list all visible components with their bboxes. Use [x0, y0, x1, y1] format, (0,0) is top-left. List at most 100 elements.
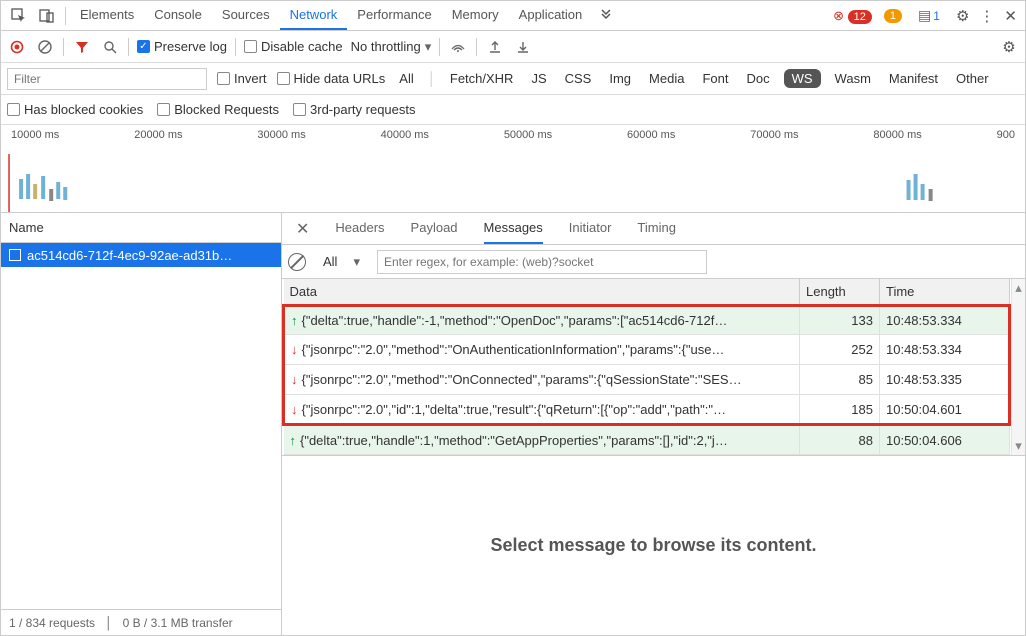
kebab-menu-icon[interactable]: ⋮ [979, 7, 994, 25]
tab-sources[interactable]: Sources [212, 1, 280, 30]
timeline-tick: 30000 ms [257, 129, 305, 141]
filter-input[interactable] [7, 68, 207, 90]
type-filter-css[interactable]: CSS [561, 69, 596, 88]
message-row[interactable]: ↓ {"jsonrpc":"2.0","method":"OnAuthentica… [284, 335, 1010, 365]
throttling-dropdown[interactable]: No throttling▾ [351, 39, 432, 55]
network-settings-gear-icon[interactable]: ⚙ [999, 37, 1019, 57]
divider [235, 38, 236, 56]
divider [65, 7, 66, 25]
arrow-down-icon: ↓ [291, 372, 298, 387]
download-har-icon[interactable] [513, 37, 533, 57]
col-length-header[interactable]: Length [800, 279, 880, 305]
inspect-icon[interactable] [7, 4, 31, 28]
has-blocked-cookies-checkbox[interactable]: Has blocked cookies [7, 102, 143, 117]
warnings-badge[interactable]: 1 [884, 9, 902, 23]
tab-performance[interactable]: Performance [347, 1, 441, 30]
filter-icon[interactable] [72, 37, 92, 57]
type-filter-manifest[interactable]: Manifest [885, 69, 942, 88]
message-row[interactable]: ↓{"jsonrpc":"2.0","id":1,"delta":true,"r… [284, 395, 1010, 425]
col-data-header[interactable]: Data [284, 279, 800, 305]
transfer-size: 0 B / 3.1 MB transfer [123, 616, 233, 630]
type-filter-all[interactable]: All [395, 69, 417, 88]
message-data: {"delta":true,"handle":-1,"method":"Open… [302, 313, 728, 328]
settings-gear-icon[interactable]: ⚙ [956, 7, 969, 25]
type-filter-other[interactable]: Other [952, 69, 993, 88]
message-direction-dropdown[interactable]: All▾ [314, 249, 369, 275]
divider: │ [428, 71, 436, 86]
message-data: {"jsonrpc":"2.0","id":1,"delta":true,"re… [302, 402, 726, 417]
message-length: 85 [800, 365, 880, 395]
type-filter-img[interactable]: Img [605, 69, 635, 88]
preserve-log-checkbox[interactable]: Preserve log [137, 39, 227, 54]
timeline-tick: 80000 ms [873, 129, 921, 141]
message-length: 133 [800, 305, 880, 335]
timeline-tick: 50000 ms [504, 129, 552, 141]
divider [476, 38, 477, 56]
divider [439, 38, 440, 56]
message-data: {"jsonrpc":"2.0","method":"OnAuthenticat… [302, 342, 725, 357]
message-length: 252 [800, 335, 880, 365]
close-detail-icon[interactable]: ✕ [290, 219, 315, 239]
blocked-requests-checkbox[interactable]: Blocked Requests [157, 102, 279, 117]
type-filter-font[interactable]: Font [698, 69, 732, 88]
timeline-tick: 20000 ms [134, 129, 182, 141]
divider: │ [105, 616, 113, 630]
arrow-down-icon: ↓ [291, 342, 298, 357]
disable-cache-checkbox[interactable]: Disable cache [244, 39, 343, 54]
name-column-header[interactable]: Name [1, 213, 281, 243]
upload-har-icon[interactable] [485, 37, 505, 57]
timeline-tick: 40000 ms [381, 129, 429, 141]
arrow-up-icon: ↑ [290, 433, 297, 448]
tab-memory[interactable]: Memory [442, 1, 509, 30]
hide-data-urls-checkbox[interactable]: Hide data URLs [277, 71, 386, 86]
device-mode-icon[interactable] [35, 4, 59, 28]
timeline-tick: 10000 ms [11, 129, 59, 141]
message-time: 10:48:53.334 [880, 305, 1010, 335]
divider [63, 38, 64, 56]
divider [128, 38, 129, 56]
type-filter-doc[interactable]: Doc [742, 69, 773, 88]
type-filter-ws[interactable]: WS [784, 69, 821, 88]
col-time-header[interactable]: Time [880, 279, 1010, 305]
close-devtools-icon[interactable]: ✕ [1004, 7, 1017, 25]
clear-messages-button[interactable] [288, 253, 306, 271]
messages-scrollbar[interactable]: ▴ ▾ [1011, 279, 1025, 455]
message-row[interactable]: ↓ {"jsonrpc":"2.0","method":"OnConnected"… [284, 365, 1010, 395]
detail-tab-headers[interactable]: Headers [335, 213, 384, 244]
message-data: {"delta":true,"handle":1,"method":"GetAp… [300, 433, 728, 448]
search-icon[interactable] [100, 37, 120, 57]
record-button[interactable] [7, 37, 27, 57]
message-data: {"jsonrpc":"2.0","method":"OnConnected",… [302, 372, 742, 387]
message-time: 10:50:04.606 [880, 425, 1010, 455]
messages-badge[interactable]: ▤1 [918, 7, 940, 24]
request-count: 1 / 834 requests [9, 616, 95, 630]
detail-tab-payload[interactable]: Payload [411, 213, 458, 244]
errors-badge[interactable]: ⊗ 12 [833, 8, 872, 24]
message-time: 10:48:53.335 [880, 365, 1010, 395]
tab-application[interactable]: Application [509, 1, 593, 30]
message-length: 185 [800, 395, 880, 425]
detail-tab-initiator[interactable]: Initiator [569, 213, 612, 244]
invert-checkbox[interactable]: Invert [217, 71, 267, 86]
more-tabs-chevron-icon[interactable] [594, 4, 618, 28]
timeline-overview[interactable]: 10000 ms 20000 ms 30000 ms 40000 ms 50000 ms… [1, 125, 1025, 213]
detail-tab-messages[interactable]: Messages [484, 213, 543, 244]
request-row[interactable]: ac514cd6-712f-4ec9-92ae-ad31b… [1, 243, 281, 267]
type-filter-js[interactable]: JS [527, 69, 550, 88]
type-filter-wasm[interactable]: Wasm [831, 69, 875, 88]
detail-tab-timing[interactable]: Timing [637, 213, 676, 244]
tab-elements[interactable]: Elements [70, 1, 144, 30]
network-conditions-icon[interactable] [448, 37, 468, 57]
third-party-checkbox[interactable]: 3rd-party requests [293, 102, 416, 117]
tab-console[interactable]: Console [144, 1, 212, 30]
message-row[interactable]: ↑{"delta":true,"handle":1,"method":"GetA… [284, 425, 1010, 455]
message-regex-input[interactable] [377, 250, 707, 274]
clear-button[interactable] [35, 37, 55, 57]
tab-network[interactable]: Network [280, 1, 348, 30]
message-placeholder: Select message to browse its content. [282, 455, 1025, 635]
type-filter-fetch-xhr[interactable]: Fetch/XHR [446, 69, 518, 88]
timeline-tick: 900 [997, 129, 1015, 141]
message-row[interactable]: ↑{"delta":true,"handle":-1,"method":"Ope… [284, 305, 1010, 335]
type-filter-media[interactable]: Media [645, 69, 688, 88]
timeline-tick: 60000 ms [627, 129, 675, 141]
